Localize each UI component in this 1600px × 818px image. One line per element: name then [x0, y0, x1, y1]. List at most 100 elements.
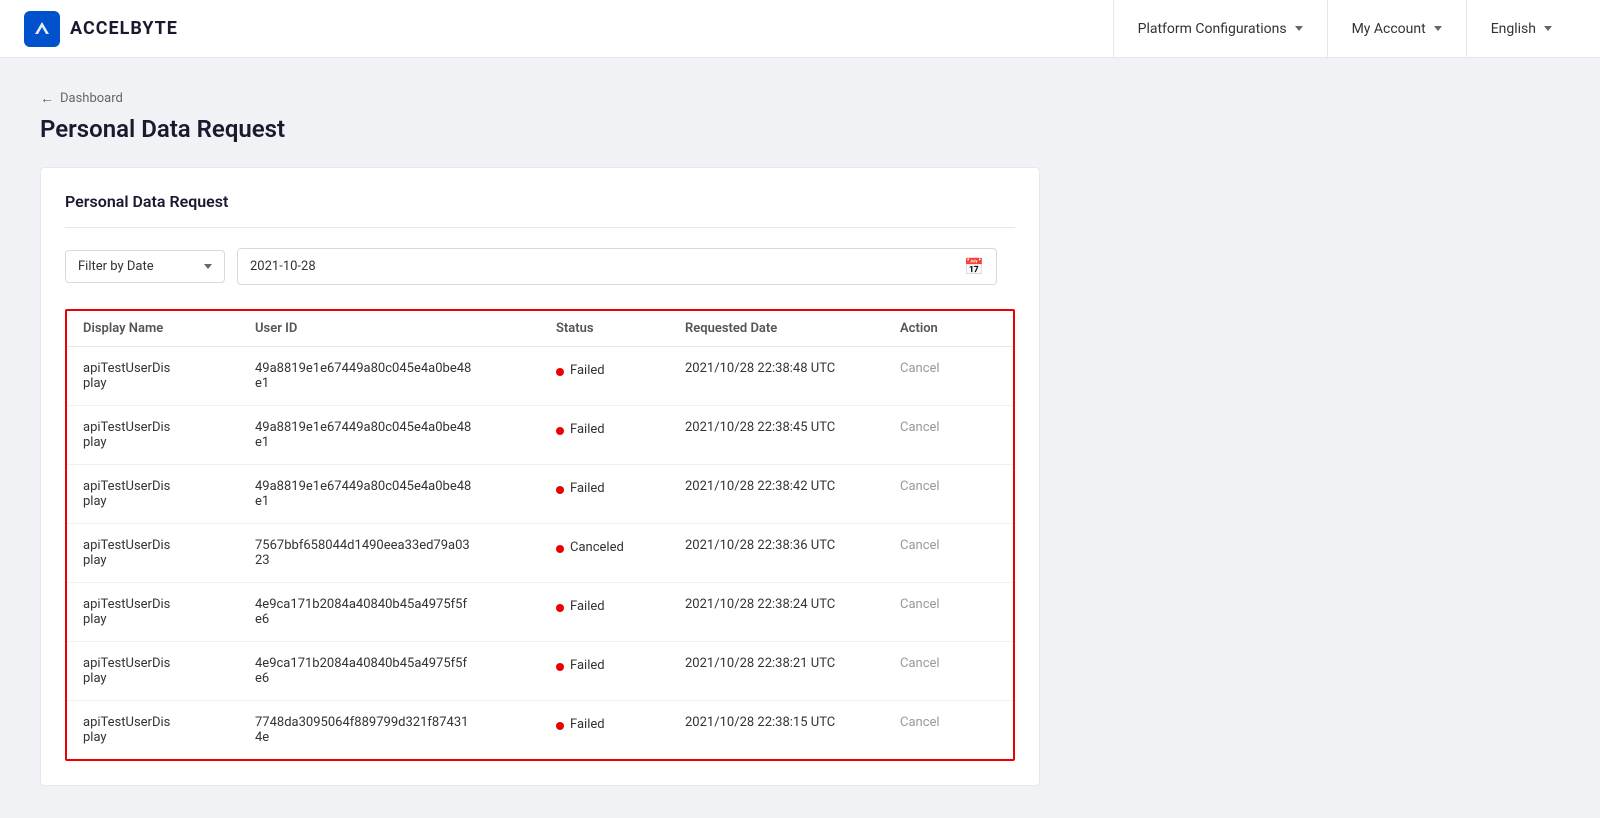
table-header: Display Name User ID Status Requested Da… — [67, 311, 1013, 347]
logo[interactable]: ACCELBYTE — [24, 11, 178, 47]
cell-action: Cancel — [884, 524, 1013, 583]
cancel-button[interactable]: Cancel — [900, 538, 940, 553]
cell-user-id: 7748da3095064f889799d321f874314e — [239, 701, 540, 760]
cancel-button[interactable]: Cancel — [900, 656, 940, 671]
table-row: apiTestUserDisplay7748da3095064f889799d3… — [67, 701, 1013, 760]
status-label: Failed — [570, 717, 605, 732]
chevron-down-icon — [204, 264, 212, 269]
date-input[interactable]: 2021-10-28 📅 — [237, 248, 997, 285]
col-header-action: Action — [884, 311, 1013, 347]
status-label: Failed — [570, 422, 605, 437]
table-row: apiTestUserDisplay49a8819e1e67449a80c045… — [67, 347, 1013, 406]
col-header-requested-date: Requested Date — [669, 311, 884, 347]
cell-display-name: apiTestUserDisplay — [67, 406, 239, 465]
status-dot — [556, 545, 564, 553]
cell-display-name: apiTestUserDisplay — [67, 524, 239, 583]
cell-status: Failed — [540, 642, 669, 701]
table-row: apiTestUserDisplay49a8819e1e67449a80c045… — [67, 465, 1013, 524]
cell-action: Cancel — [884, 583, 1013, 642]
cell-display-name: apiTestUserDisplay — [67, 347, 239, 406]
cell-user-id: 7567bbf658044d1490eea33ed79a0323 — [239, 524, 540, 583]
date-value: 2021-10-28 — [250, 259, 316, 274]
cell-user-id: 4e9ca171b2084a40840b45a4975f5fe6 — [239, 642, 540, 701]
cell-display-name: apiTestUserDisplay — [67, 701, 239, 760]
logo-text: ACCELBYTE — [70, 18, 178, 39]
status-dot — [556, 427, 564, 435]
cell-display-name: apiTestUserDisplay — [67, 642, 239, 701]
status-label: Failed — [570, 599, 605, 614]
status-label: Failed — [570, 658, 605, 673]
cell-requested-date: 2021/10/28 22:38:15 UTC — [669, 701, 884, 760]
cell-status: Failed — [540, 347, 669, 406]
cell-status: Canceled — [540, 524, 669, 583]
cell-requested-date: 2021/10/28 22:38:45 UTC — [669, 406, 884, 465]
header-nav: Platform Configurations My Account Engli… — [1113, 0, 1576, 58]
cell-requested-date: 2021/10/28 22:38:42 UTC — [669, 465, 884, 524]
calendar-icon: 📅 — [964, 257, 984, 276]
status-dot — [556, 486, 564, 494]
logo-icon — [24, 11, 60, 47]
cancel-button[interactable]: Cancel — [900, 361, 940, 376]
personal-data-request-card: Personal Data Request Filter by Date 202… — [40, 167, 1040, 786]
cancel-button[interactable]: Cancel — [900, 420, 940, 435]
cell-status: Failed — [540, 583, 669, 642]
cell-action: Cancel — [884, 347, 1013, 406]
table-row: apiTestUserDisplay4e9ca171b2084a40840b45… — [67, 642, 1013, 701]
filter-by-date-select[interactable]: Filter by Date — [65, 250, 225, 283]
main-content: ← Dashboard Personal Data Request Person… — [0, 58, 1600, 818]
cell-status: Failed — [540, 406, 669, 465]
platform-configurations-nav[interactable]: Platform Configurations — [1113, 0, 1327, 58]
data-table-container: Display Name User ID Status Requested Da… — [65, 309, 1015, 761]
card-title: Personal Data Request — [65, 192, 1015, 228]
cell-display-name: apiTestUserDisplay — [67, 583, 239, 642]
platform-configurations-label: Platform Configurations — [1138, 21, 1287, 37]
cell-requested-date: 2021/10/28 22:38:21 UTC — [669, 642, 884, 701]
cancel-button[interactable]: Cancel — [900, 479, 940, 494]
status-dot — [556, 722, 564, 730]
personal-data-table: Display Name User ID Status Requested Da… — [67, 311, 1013, 759]
breadcrumb-dashboard-link[interactable]: Dashboard — [60, 91, 123, 106]
col-header-user-id: User ID — [239, 311, 540, 347]
cell-display-name: apiTestUserDisplay — [67, 465, 239, 524]
col-header-status: Status — [540, 311, 669, 347]
cell-action: Cancel — [884, 465, 1013, 524]
cell-status: Failed — [540, 701, 669, 760]
filters-row: Filter by Date 2021-10-28 📅 — [65, 248, 1015, 285]
status-dot — [556, 604, 564, 612]
cell-action: Cancel — [884, 406, 1013, 465]
page-title: Personal Data Request — [40, 115, 1560, 143]
table-body: apiTestUserDisplay49a8819e1e67449a80c045… — [67, 347, 1013, 760]
header: ACCELBYTE Platform Configurations My Acc… — [0, 0, 1600, 58]
status-dot — [556, 368, 564, 376]
table-row: apiTestUserDisplay49a8819e1e67449a80c045… — [67, 406, 1013, 465]
cell-user-id: 49a8819e1e67449a80c045e4a0be48e1 — [239, 465, 540, 524]
table-row: apiTestUserDisplay4e9ca171b2084a40840b45… — [67, 583, 1013, 642]
chevron-down-icon — [1295, 26, 1303, 31]
status-label: Failed — [570, 363, 605, 378]
cell-requested-date: 2021/10/28 22:38:48 UTC — [669, 347, 884, 406]
language-label: English — [1491, 21, 1536, 37]
cell-action: Cancel — [884, 701, 1013, 760]
cell-user-id: 49a8819e1e67449a80c045e4a0be48e1 — [239, 406, 540, 465]
cancel-button[interactable]: Cancel — [900, 597, 940, 612]
cell-requested-date: 2021/10/28 22:38:36 UTC — [669, 524, 884, 583]
table-row: apiTestUserDisplay7567bbf658044d1490eea3… — [67, 524, 1013, 583]
cell-requested-date: 2021/10/28 22:38:24 UTC — [669, 583, 884, 642]
filter-by-date-label: Filter by Date — [78, 259, 154, 274]
cell-action: Cancel — [884, 642, 1013, 701]
status-label: Failed — [570, 481, 605, 496]
my-account-nav[interactable]: My Account — [1327, 0, 1466, 58]
status-dot — [556, 663, 564, 671]
my-account-label: My Account — [1352, 21, 1426, 37]
cell-user-id: 49a8819e1e67449a80c045e4a0be48e1 — [239, 347, 540, 406]
chevron-down-icon — [1434, 26, 1442, 31]
chevron-down-icon — [1544, 26, 1552, 31]
breadcrumb-arrow: ← — [40, 90, 54, 107]
language-nav[interactable]: English — [1466, 0, 1576, 58]
col-header-display-name: Display Name — [67, 311, 239, 347]
breadcrumb: ← Dashboard — [40, 90, 1560, 107]
cell-status: Failed — [540, 465, 669, 524]
cancel-button[interactable]: Cancel — [900, 715, 940, 730]
cell-user-id: 4e9ca171b2084a40840b45a4975f5fe6 — [239, 583, 540, 642]
status-label: Canceled — [570, 540, 624, 555]
